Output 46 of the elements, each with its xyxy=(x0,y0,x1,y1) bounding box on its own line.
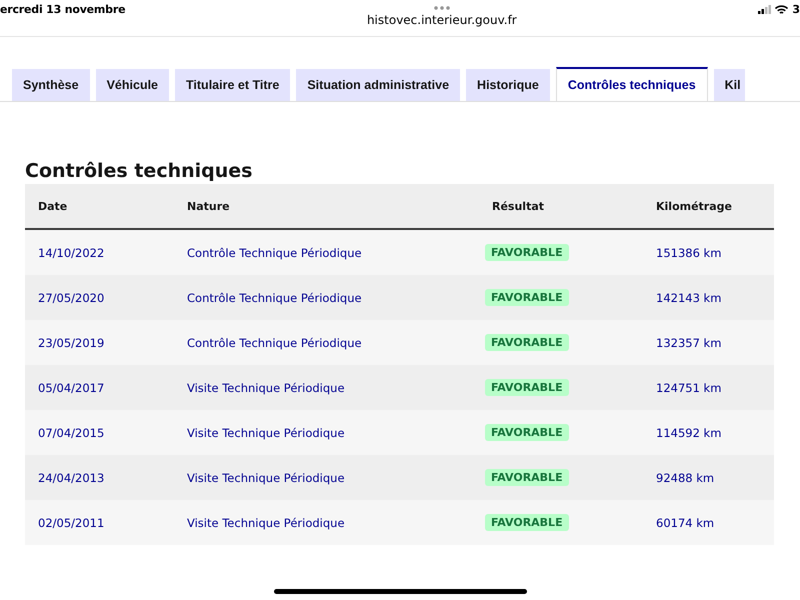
nature-cell-text: Visite Technique Périodique xyxy=(186,516,346,530)
battery-percent: 3 xyxy=(792,3,800,16)
result-badge: FAVORABLE xyxy=(485,289,569,306)
tab[interactable]: Titulaire et Titre xyxy=(175,69,290,101)
result-badge: FAVORABLE xyxy=(485,334,569,351)
mileage-cell-text: 124751 km xyxy=(655,380,722,394)
mileage-cell-text: 142143 km xyxy=(655,290,722,304)
section-title: Contrôles techniques xyxy=(25,160,254,182)
tab[interactable]: Kil xyxy=(714,69,745,101)
tab[interactable]: Situation administrative xyxy=(296,69,460,101)
mileage-cell-text: 60174 km xyxy=(655,516,716,530)
date-cell-text: 05/04/2017 xyxy=(37,380,106,394)
more-dots-icon[interactable] xyxy=(432,6,451,10)
mileage-cell-text: 92488 km xyxy=(655,470,716,484)
mileage-cell-text: 151386 km xyxy=(655,246,722,260)
result-badge: FAVORABLE xyxy=(485,424,569,441)
result-badge: FAVORABLE xyxy=(485,514,569,531)
wifi-icon xyxy=(775,5,788,15)
date-cell-text: 14/10/2022 xyxy=(37,246,106,260)
nature-cell-text: Visite Technique Périodique xyxy=(186,426,346,440)
date-cell-text: 27/05/2020 xyxy=(37,290,106,304)
nature-cell-text: Contrôle Technique Périodique xyxy=(186,290,363,304)
column-header: Nature xyxy=(186,200,231,212)
nature-cell-text: Contrôle Technique Périodique xyxy=(186,336,363,350)
column-header: Résultat xyxy=(491,200,546,212)
page-url[interactable]: histovec.interieur.gouv.fr xyxy=(366,13,517,27)
signal-icon xyxy=(758,5,772,14)
column-header: Kilométrage xyxy=(655,200,733,212)
result-badge: FAVORABLE xyxy=(485,469,569,486)
nature-cell-text: Visite Technique Périodique xyxy=(186,470,346,484)
date-cell-text: 02/05/2011 xyxy=(37,516,106,530)
tab[interactable]: Synthèse xyxy=(12,69,90,101)
result-badge: FAVORABLE xyxy=(485,244,569,261)
tab[interactable]: Historique xyxy=(466,69,550,101)
status-date: ercredi 13 novembre xyxy=(0,2,126,18)
mileage-cell-text: 114592 km xyxy=(655,426,722,440)
date-cell-text: 07/04/2015 xyxy=(37,426,106,440)
date-cell-text: 24/04/2013 xyxy=(37,470,106,484)
date-cell-text: 23/05/2019 xyxy=(37,336,106,350)
tab[interactable]: Véhicule xyxy=(96,69,170,101)
nature-cell-text: Visite Technique Périodique xyxy=(186,380,346,394)
tab[interactable]: Contrôles techniques xyxy=(556,67,708,101)
result-badge: FAVORABLE xyxy=(485,379,569,396)
nature-cell-text: Contrôle Technique Périodique xyxy=(186,246,363,260)
mileage-cell-text: 132357 km xyxy=(655,336,722,350)
column-header: Date xyxy=(37,200,68,212)
